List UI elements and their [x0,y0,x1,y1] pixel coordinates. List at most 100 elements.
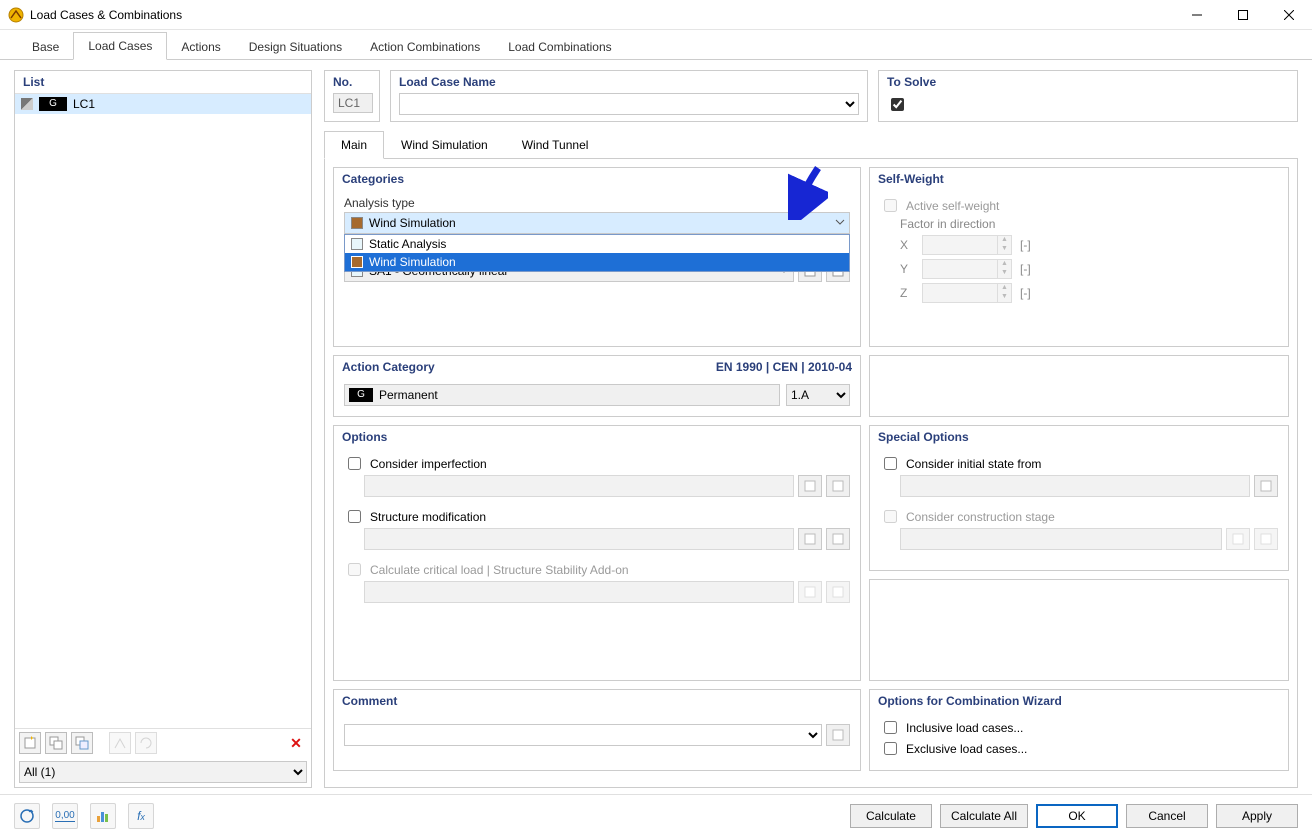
self-weight-panel: Self-Weight Active self-weight Factor in… [869,167,1289,347]
list-item-button-3[interactable] [71,732,93,754]
exclusive-load-cases-checkbox[interactable] [884,742,897,755]
factor-z-input: ▲▼ [922,283,1012,303]
construction-stage-checkbox [884,510,897,523]
self-weight-header: Self-Weight [870,168,1288,190]
critical-load-edit-button [826,581,850,603]
options-header: Options [334,426,860,448]
structure-mod-field [364,528,794,550]
inner-tab-wind-simulation[interactable]: Wind Simulation [384,131,505,159]
chart-icon [95,808,111,824]
swatch-icon [351,238,363,250]
calculate-button[interactable]: Calculate [850,804,932,828]
list-area[interactable]: G LC1 [15,94,311,728]
cancel-button[interactable]: Cancel [1126,804,1208,828]
initial-state-checkbox[interactable] [884,457,897,470]
ok-button[interactable]: OK [1036,804,1118,828]
chart-button[interactable] [90,803,116,829]
app-icon [8,7,24,23]
dropdown-option-label: Wind Simulation [369,255,456,269]
structure-mod-new-button[interactable] [798,528,822,550]
inner-tab-main[interactable]: Main [324,131,384,159]
help-button[interactable] [14,803,40,829]
consider-imperfection-label: Consider imperfection [370,457,487,471]
analysis-type-combo[interactable]: Wind Simulation Static Analysis Wind Sim… [344,212,850,234]
comment-edit-button[interactable] [826,724,850,746]
calculate-all-button[interactable]: Calculate All [940,804,1028,828]
load-case-name-box: Load Case Name [390,70,868,122]
copy-item-button[interactable] [45,732,67,754]
list-action-button-2 [135,732,157,754]
initial-state-field [900,475,1250,497]
empty-panel-2 [869,579,1289,681]
construction-stage-field [900,528,1222,550]
action-category-header: Action Category EN 1990 | CEN | 2010-04 [334,356,860,378]
unit-label: [-] [1020,238,1031,252]
tab-actions[interactable]: Actions [167,34,234,60]
consider-imperfection-checkbox[interactable] [348,457,361,470]
active-self-weight-label: Active self-weight [906,199,999,213]
new-item-button[interactable] [19,732,41,754]
critical-load-field [364,581,794,603]
analysis-type-dropdown[interactable]: Static Analysis Wind Simulation [344,234,850,272]
list-toolbar: ✕ [15,728,311,757]
analysis-type-label: Analysis type [344,196,850,210]
units-icon: 0,00 [55,810,74,822]
list-filter-select[interactable]: All (1) [19,761,307,783]
imperfection-new-button[interactable] [798,475,822,497]
tab-load-cases[interactable]: Load Cases [73,32,167,60]
delete-button[interactable]: ✕ [285,732,307,754]
dropdown-option-static[interactable]: Static Analysis [345,235,849,253]
no-input [333,93,373,113]
inner-tab-wind-tunnel[interactable]: Wind Tunnel [505,131,606,159]
inclusive-load-cases-checkbox[interactable] [884,721,897,734]
structure-modification-checkbox[interactable] [348,510,361,523]
structure-modification-label: Structure modification [370,510,486,524]
tab-load-combinations[interactable]: Load Combinations [494,34,625,60]
comment-select[interactable] [344,724,822,746]
list-header: List [15,71,311,94]
list-item[interactable]: G LC1 [15,94,311,114]
tab-design-situations[interactable]: Design Situations [235,34,356,60]
initial-state-edit-button[interactable] [1254,475,1278,497]
list-action-button-1 [109,732,131,754]
close-button[interactable] [1266,0,1312,30]
action-category-code-select[interactable]: 1.A [786,384,850,406]
dropdown-option-label: Static Analysis [369,237,446,251]
factor-direction-label: Factor in direction [900,217,1278,231]
structure-mod-edit-button[interactable] [826,528,850,550]
category-badge: G [39,97,67,111]
combination-wizard-panel: Options for Combination Wizard Inclusive… [869,689,1289,771]
to-solve-checkbox[interactable] [891,98,904,111]
combination-wizard-header: Options for Combination Wizard [870,690,1288,712]
formula-icon: fx [137,809,145,823]
tab-action-combinations[interactable]: Action Combinations [356,34,494,60]
imperfection-edit-button[interactable] [826,475,850,497]
factor-y-input: ▲▼ [922,259,1012,279]
main-tabstrip: Base Load Cases Actions Design Situation… [0,30,1312,60]
critical-load-new-button [798,581,822,603]
swatch-icon [351,217,363,229]
exclusive-load-cases-label: Exclusive load cases... [906,742,1027,756]
unit-label: [-] [1020,286,1031,300]
maximize-button[interactable] [1220,0,1266,30]
units-button[interactable]: 0,00 [52,803,78,829]
comment-panel: Comment [333,689,861,771]
factor-x-input: ▲▼ [922,235,1012,255]
load-case-name-select[interactable] [399,93,859,115]
formula-button[interactable]: fx [128,803,154,829]
dropdown-option-wind[interactable]: Wind Simulation [345,253,849,271]
dialog-footer: 0,00 fx Calculate Calculate All OK Cance… [0,794,1312,836]
minimize-button[interactable] [1174,0,1220,30]
critical-load-label: Calculate critical load | Structure Stab… [370,563,629,577]
inner-tabstrip: Main Wind Simulation Wind Tunnel [324,130,1298,159]
tab-base[interactable]: Base [18,34,73,60]
window-title: Load Cases & Combinations [30,8,1174,22]
action-category-field[interactable]: G Permanent [344,384,780,406]
options-panel: Options Consider imperfection Structure … [333,425,861,681]
to-solve-label: To Solve [879,71,1297,93]
list-panel: List G LC1 ✕ All (1) [14,70,312,788]
axis-x-label: X [900,238,914,252]
apply-button[interactable]: Apply [1216,804,1298,828]
analysis-type-value: Wind Simulation [369,216,456,230]
critical-load-checkbox [348,563,361,576]
